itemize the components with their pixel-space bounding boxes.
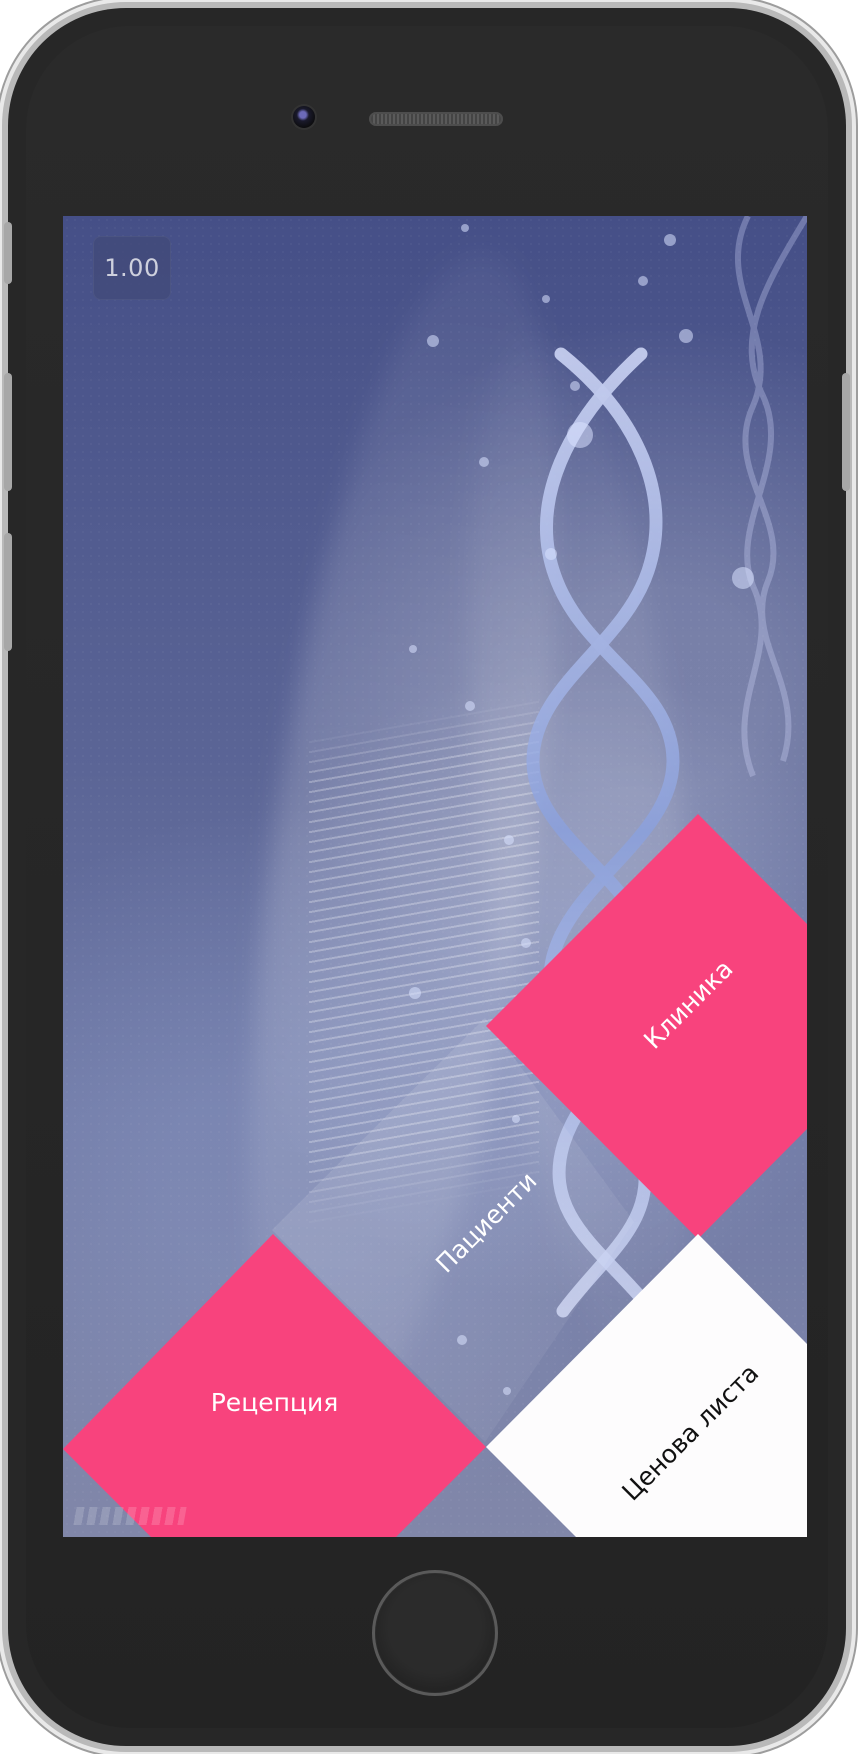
reception-tile[interactable]: Рецепция bbox=[63, 1234, 486, 1537]
clinic-tile-shape bbox=[486, 814, 807, 1239]
price-list-tile[interactable]: Ценова листа bbox=[486, 1234, 807, 1537]
reception-tile-shape bbox=[63, 1234, 486, 1537]
app-screen: 1.00 Пациенти Клиника Рецепция Ценова ли… bbox=[63, 216, 807, 1537]
watermark-mark bbox=[73, 1507, 187, 1525]
price-list-tile-shape bbox=[486, 1234, 807, 1537]
home-button-icon[interactable] bbox=[372, 1570, 498, 1696]
phone-frame: 1.00 Пациенти Клиника Рецепция Ценова ли… bbox=[4, 8, 850, 1746]
volume-down-button bbox=[4, 373, 12, 491]
mute-switch bbox=[4, 533, 12, 651]
front-camera-icon bbox=[293, 106, 315, 128]
speaker-grille-icon bbox=[369, 112, 503, 126]
volume-up-button bbox=[4, 222, 12, 284]
version-badge: 1.00 bbox=[93, 236, 171, 300]
clinic-tile[interactable]: Клиника bbox=[486, 814, 807, 1239]
power-button bbox=[842, 373, 850, 491]
